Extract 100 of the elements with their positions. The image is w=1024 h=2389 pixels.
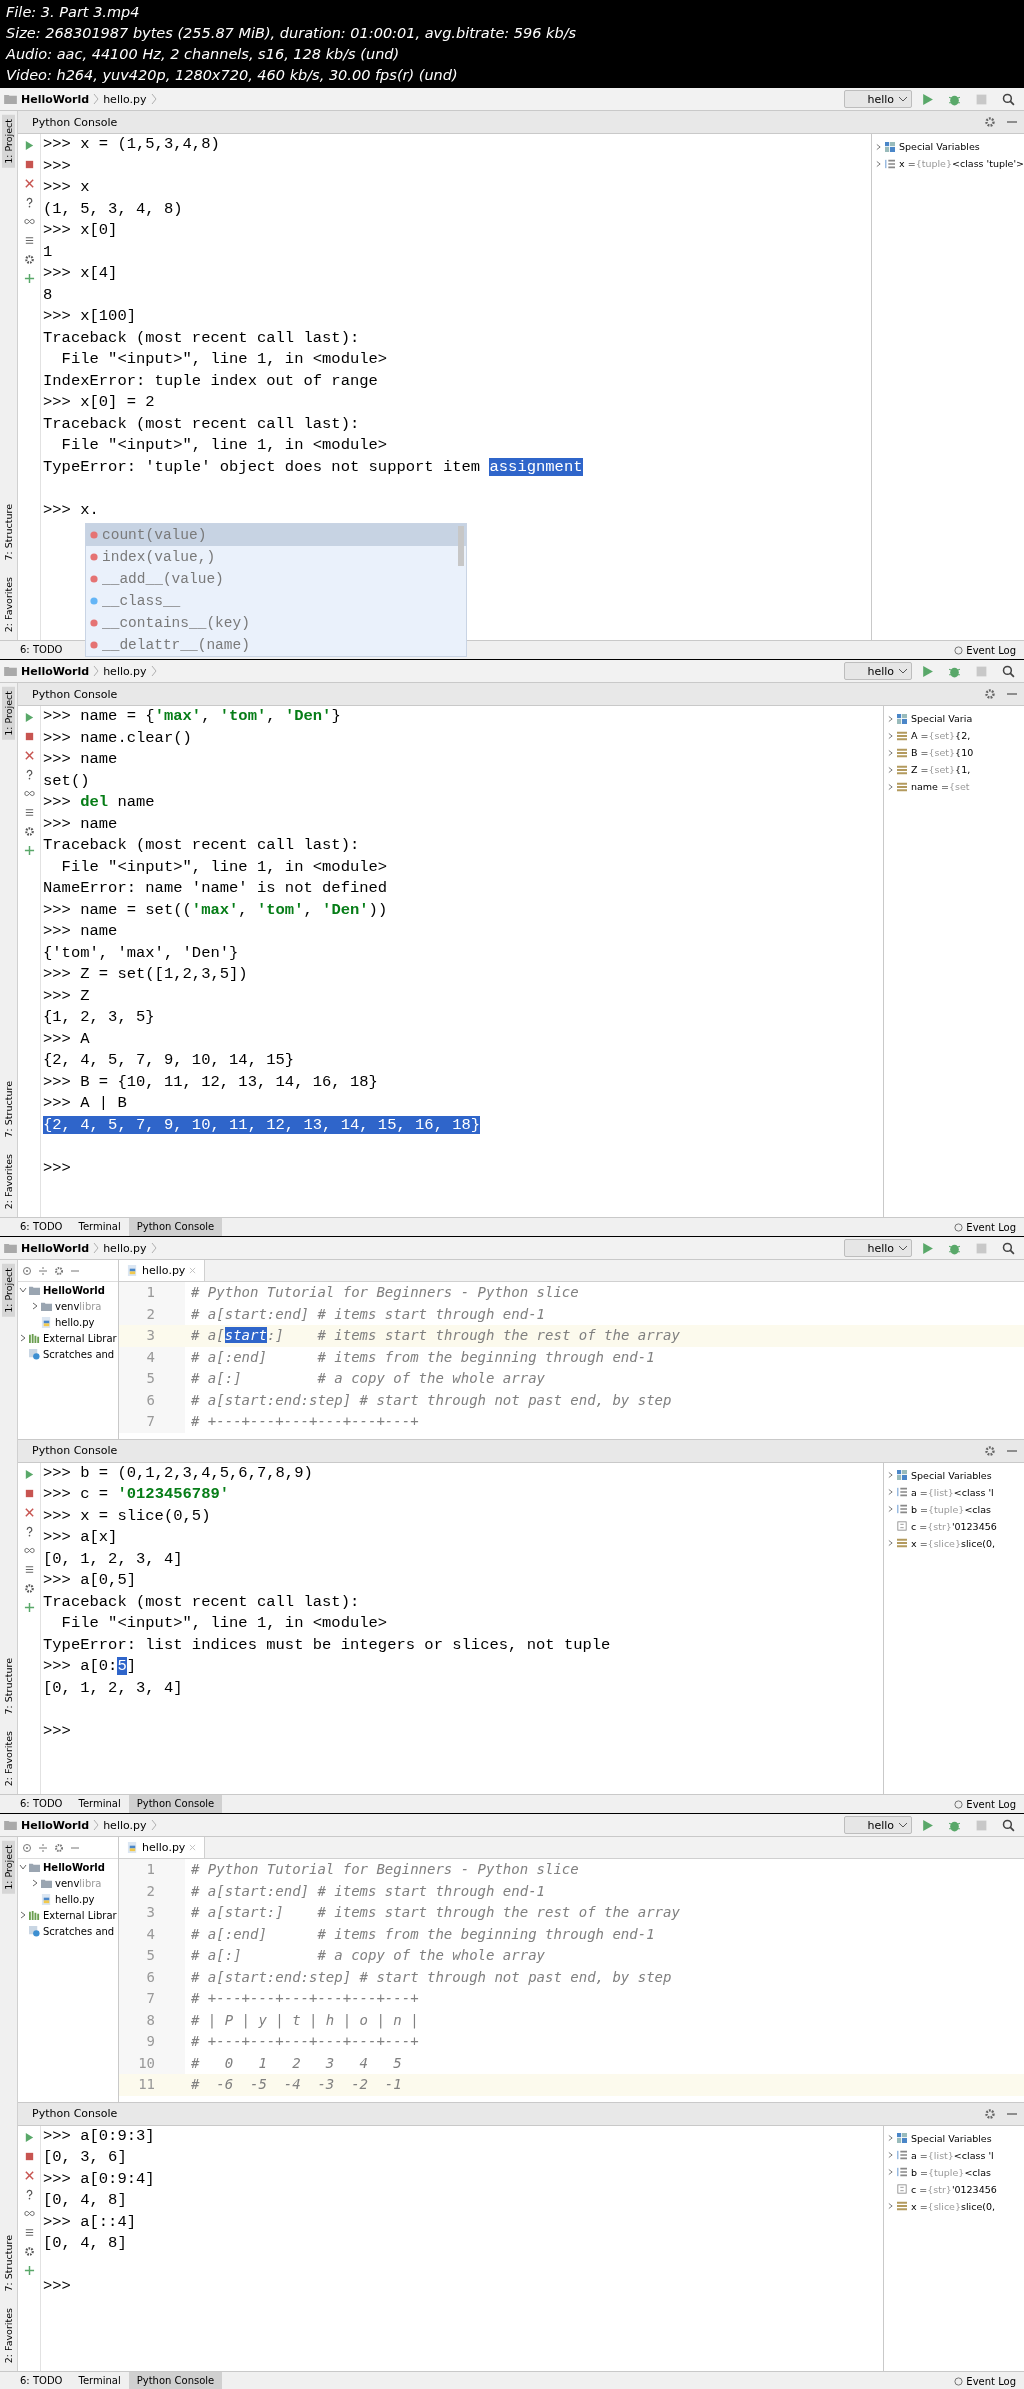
tool-window-tab[interactable]: 6: TODO [12,641,71,659]
tool-window-tab[interactable]: 7: Structure [2,1654,15,1719]
plus-icon[interactable] [23,1601,35,1613]
editor-tab[interactable]: hello.py [119,1837,206,1858]
tool-window-tab[interactable]: Terminal [70,1218,129,1236]
editor-tab[interactable]: hello.py [119,1260,206,1281]
chevron-icon[interactable] [888,2202,893,2210]
chevron-icon[interactable] [888,2134,893,2142]
breadcrumb-item[interactable]: HelloWorld [21,664,90,678]
tool-window-title[interactable]: Python Console [26,687,124,701]
rerun-icon[interactable] [23,712,35,723]
chevron-icon[interactable] [888,1488,893,1496]
chevron-icon[interactable] [19,1287,27,1293]
chevron-icon[interactable] [888,782,893,791]
infinity-icon[interactable] [23,216,35,227]
chevron-icon[interactable] [888,1539,893,1547]
event-log-button[interactable]: Event Log [954,1798,1024,1810]
settings-icon[interactable] [54,1842,64,1853]
project-tree-item[interactable]: hello.py [55,1316,95,1328]
variable-entry[interactable]: c ={str}'0123456 [911,1520,997,1532]
project-tree-item[interactable]: venvlibra [55,1300,102,1312]
project-tree-item[interactable]: External Librar [43,1909,117,1921]
list-icon[interactable] [23,235,35,246]
settings-icon[interactable] [984,1444,996,1457]
variable-entry[interactable]: c ={str}'0123456 [911,2183,997,2195]
chevron-icon[interactable] [888,2151,893,2159]
chevron-icon[interactable] [888,714,893,723]
completion-item[interactable]: index(value,) [86,546,466,568]
chevron-icon[interactable] [888,731,893,740]
completion-item[interactable]: __contains__(key) [86,612,466,634]
stop-icon[interactable] [23,159,35,170]
project-tree-item[interactable]: hello.py [55,1893,95,1905]
variable-entry[interactable]: name ={set [911,781,970,792]
tool-window-tab[interactable]: 1: Project [2,1264,15,1317]
variable-entry[interactable]: a ={list}<class 'l [911,1486,994,1498]
completion-item[interactable]: __delattr__(name) [86,634,466,656]
event-log-button[interactable]: Event Log [954,2375,1024,2387]
tool-window-tab[interactable]: 7: Structure [2,2231,15,2296]
project-tree-item[interactable]: venvlibra [55,1877,102,1889]
run-configuration-dropdown[interactable]: hello [844,90,912,108]
plus-icon[interactable] [23,2264,35,2276]
project-tree-item[interactable]: Scratches and [43,1348,115,1360]
settings-icon[interactable] [23,2245,35,2257]
breadcrumb-item[interactable]: hello.py [103,1241,147,1255]
plus-icon[interactable] [23,845,35,856]
close-icon[interactable] [23,2169,35,2181]
tool-window-tab[interactable]: 1: Project [2,687,15,740]
chevron-icon[interactable] [876,159,881,168]
variable-entry[interactable]: x ={slice}slice(0, [911,2200,996,2212]
plus-icon[interactable] [23,273,35,284]
tool-window-tab[interactable]: Python Console [128,2372,223,2389]
variable-entry[interactable]: a ={list}<class 'l [911,2149,994,2161]
run-icon[interactable] [921,1241,934,1255]
list-icon[interactable] [23,807,35,818]
breadcrumb-item[interactable]: HelloWorld [21,1241,90,1255]
search-icon[interactable] [1002,1818,1015,1832]
variable-entry[interactable]: Special Variables [899,141,980,152]
stop-icon[interactable] [23,2150,35,2162]
list-icon[interactable] [23,2226,35,2238]
tool-window-title[interactable]: Python Console [26,2107,124,2120]
variable-entry[interactable]: B ={set}{10 [911,747,974,758]
variable-entry[interactable]: Special Varia [911,713,973,724]
completion-item[interactable]: __add__(value) [86,568,466,590]
chevron-icon[interactable] [20,1911,26,1919]
breadcrumb-item[interactable]: HelloWorld [21,92,90,106]
tool-window-tab[interactable]: Python Console [128,1795,223,1813]
variable-entry[interactable]: Z ={set}{1, [911,764,971,775]
breadcrumb-item[interactable]: hello.py [103,1818,147,1832]
run-configuration-dropdown[interactable]: hello [844,1816,912,1834]
tool-window-tab[interactable]: 6: TODO [12,2372,71,2389]
chevron-icon[interactable] [888,1471,893,1479]
chevron-icon[interactable] [888,765,893,774]
infinity-icon[interactable] [23,788,35,799]
settings-icon[interactable] [984,2107,996,2120]
settings-icon[interactable] [54,1265,64,1276]
breadcrumb-item[interactable]: HelloWorld [21,1818,90,1832]
event-log-button[interactable]: Event Log [954,644,1024,656]
stop-icon[interactable] [23,1487,35,1499]
tool-window-tab[interactable]: 6: TODO [12,1795,71,1813]
rerun-icon[interactable] [23,140,35,151]
settings-icon[interactable] [23,826,35,837]
settings-icon[interactable] [23,1582,35,1594]
variable-entry[interactable]: Special Variables [911,1469,992,1481]
variable-entry[interactable]: A ={set}{2, [911,730,971,741]
tool-window-tab[interactable]: 1: Project [2,115,15,168]
close-icon[interactable] [23,1506,35,1518]
chevron-icon[interactable] [876,142,881,151]
run-icon[interactable] [921,1818,934,1832]
locate-icon[interactable] [22,1842,32,1853]
run-icon[interactable] [921,664,934,678]
search-icon[interactable] [1002,1241,1015,1255]
chevron-icon[interactable] [32,1879,38,1887]
tool-window-tab[interactable]: 2: Favorites [2,572,15,636]
tool-window-tab[interactable]: 1: Project [2,1841,15,1894]
locate-icon[interactable] [22,1265,32,1276]
tool-window-tab[interactable]: 7: Structure [2,1077,15,1142]
tool-window-tab[interactable]: Terminal [70,2372,129,2389]
search-icon[interactable] [1002,92,1015,106]
event-log-button[interactable]: Event Log [954,1221,1024,1233]
variable-entry[interactable]: Special Variables [911,2132,992,2144]
